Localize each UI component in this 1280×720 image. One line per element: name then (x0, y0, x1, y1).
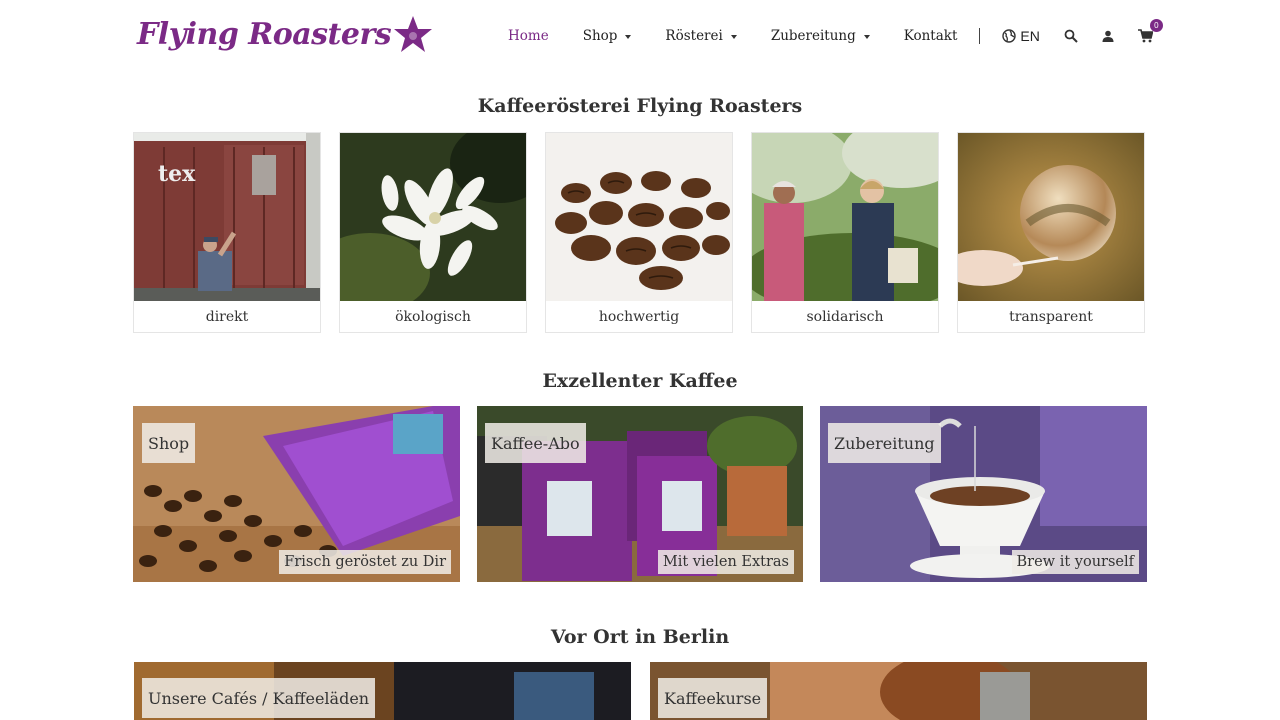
nav-item-label: Kontakt (903, 28, 958, 44)
cart-count-badge: 0 (1149, 19, 1163, 32)
site-logo[interactable]: Flying Roasters (137, 12, 433, 56)
container-photo: tex (134, 133, 320, 301)
site-header: Flying Roasters Home Shop Rösterei Zuber… (0, 0, 1280, 70)
search-button[interactable] (1064, 29, 1078, 43)
nav-item-label: Shop (582, 28, 618, 44)
tile-kaffeekurse[interactable]: Kaffeekurse (650, 662, 1147, 720)
coffee-beans-photo (546, 133, 732, 301)
value-card-label: transparent (1009, 308, 1093, 325)
globe-icon (1002, 29, 1017, 43)
svg-text:tex: tex (158, 161, 196, 187)
tile-title: Kaffeekurse (658, 678, 768, 718)
tile-title: Zubereitung (828, 423, 941, 463)
search-icon (1064, 29, 1078, 43)
farmers-photo (752, 133, 938, 301)
nav-item-label: Rösterei (665, 28, 723, 44)
star-icon (394, 16, 433, 52)
tile-subtitle: Mit vielen Extras (657, 550, 794, 574)
value-card-hochwertig[interactable]: hochwertig (545, 132, 733, 333)
value-card-transparent[interactable]: transparent (957, 132, 1145, 333)
section-title-intro: Kaffeerösterei Flying Roasters (477, 95, 803, 117)
tile-subtitle: Brew it yourself (1011, 550, 1139, 574)
value-card-solidarisch[interactable]: solidarisch (751, 132, 939, 333)
tile-zubereitung[interactable]: Zubereitung Brew it yourself (820, 406, 1147, 582)
value-card-direkt[interactable]: tex direkt (133, 132, 321, 333)
tile-subtitle: Frisch geröstet zu Dir (279, 550, 451, 574)
logo-text: Flying Roasters (137, 16, 392, 52)
caret-down-icon (625, 34, 632, 39)
tile-title: Shop (142, 423, 196, 463)
soap-bubble-photo (958, 133, 1144, 301)
tile-cafes[interactable]: Unsere Cafés / Kaffeeläden (134, 662, 631, 720)
nav-item-label: Zubereitung (770, 28, 856, 44)
nav-item-shop[interactable]: Shop (583, 28, 632, 44)
coffee-blossom-photo (340, 133, 526, 301)
caret-down-icon (730, 34, 737, 39)
tile-shop[interactable]: Shop Frisch geröstet zu Dir (133, 406, 460, 582)
account-button[interactable] (1102, 30, 1114, 42)
nav-divider (979, 28, 981, 44)
caret-down-icon (863, 34, 870, 39)
value-card-label: solidarisch (806, 308, 884, 325)
cart-button[interactable]: 0 (1137, 19, 1163, 43)
value-card-label: direkt (205, 308, 249, 325)
tile-kaffee-abo[interactable]: Kaffee-Abo Mit vielen Extras (477, 406, 803, 582)
section-title-coffee: Exzellenter Kaffee (542, 370, 738, 392)
nav-item-home[interactable]: Home (508, 28, 549, 44)
main-nav: Home Shop Rösterei Zubereitung Kontakt E… (498, 19, 1177, 50)
nav-item-label: Home (508, 28, 549, 44)
nav-item-zubereitung[interactable]: Zubereitung (771, 28, 870, 44)
section-title-berlin: Vor Ort in Berlin (550, 626, 730, 648)
nav-item-roesterei[interactable]: Rösterei (665, 28, 737, 44)
language-label: EN (1020, 28, 1040, 44)
value-card-oekologisch[interactable]: ökologisch (339, 132, 527, 333)
value-card-label: ökologisch (395, 308, 471, 325)
language-switch[interactable]: EN (1002, 28, 1040, 44)
tile-title: Kaffee-Abo (485, 423, 586, 463)
value-card-label: hochwertig (598, 308, 680, 325)
cart-icon (1137, 29, 1153, 43)
tile-title: Unsere Cafés / Kaffeeläden (142, 678, 376, 718)
user-icon (1102, 30, 1114, 42)
nav-item-kontakt[interactable]: Kontakt (904, 28, 958, 44)
